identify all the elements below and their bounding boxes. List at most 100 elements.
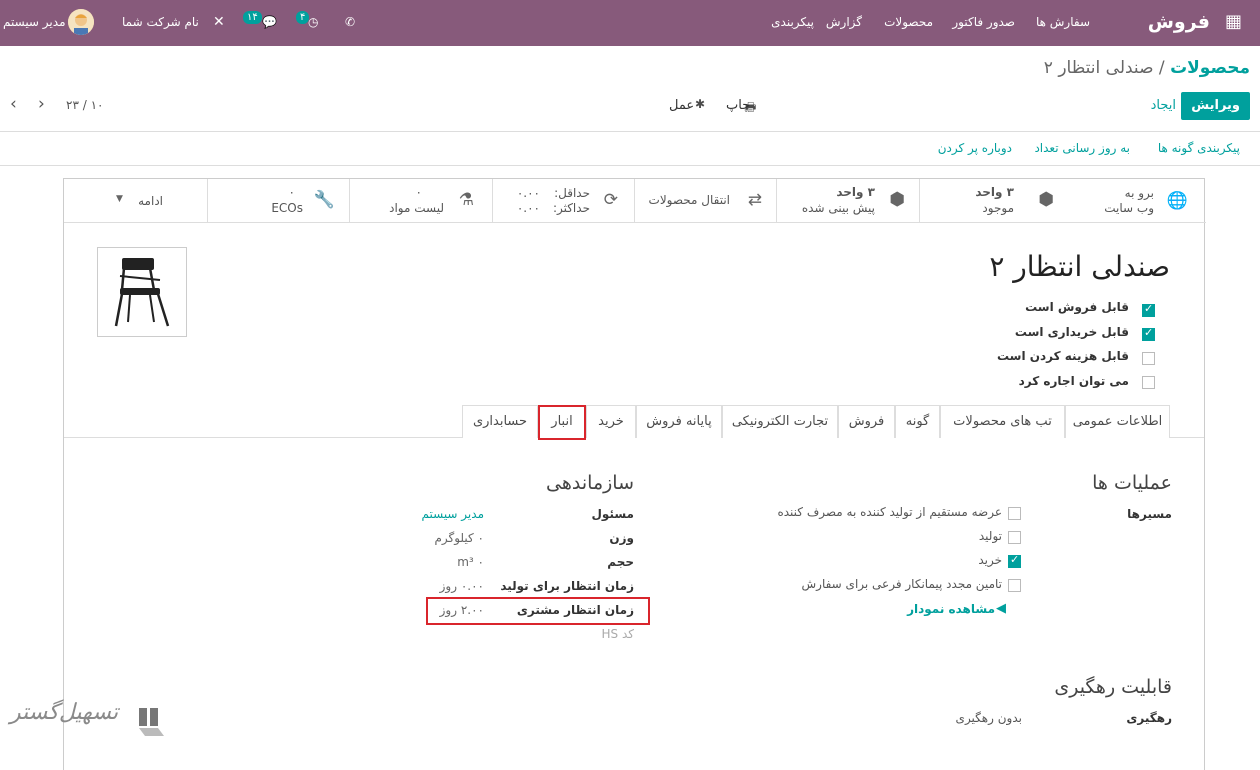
tab-accounting[interactable]: حسابداری (462, 405, 538, 438)
onhand-button[interactable]: ⬢ ۳ واحد موجود (919, 179, 1066, 223)
ecos-button[interactable]: 🔧 ۰ ECOs (207, 179, 349, 223)
tab-ecommerce[interactable]: تجارت الکترونیکی (722, 405, 838, 438)
manufacturing-lead-label: زمان انتظار برای تولید (500, 579, 634, 593)
rent-ok-label: می توان اجاره کرد (1018, 374, 1129, 388)
breadcrumb-current: صندلی انتظار ۲ (1043, 58, 1154, 78)
highlight-inventory-tab (538, 405, 586, 440)
menu-configuration[interactable]: پیکربندی (771, 0, 814, 46)
forecast-qty: ۳ واحد (836, 185, 875, 199)
expense-ok-label: قابل هزینه کردن است (996, 349, 1129, 363)
update-quantity-button[interactable]: به روز رسانی تعداد (1034, 141, 1130, 155)
app-menu-icon[interactable]: ▦ (1225, 0, 1242, 46)
responsible-label: مسئول (591, 507, 634, 521)
menu-orders[interactable]: سفارش ها (1036, 0, 1090, 46)
more-label: ادامه (138, 194, 163, 208)
bom-button[interactable]: ⚗ ۰ لیست مواد (349, 179, 492, 223)
menu-reporting[interactable]: گزارش (826, 0, 862, 46)
operations-title: عملیات ها (1092, 472, 1172, 494)
phone-icon[interactable]: ✆ (345, 0, 355, 46)
bom-label: لیست مواد (389, 201, 444, 215)
logistics-title: سازماندهی (546, 472, 634, 494)
configure-variants-button[interactable]: پیکربندی گونه ها (1158, 141, 1240, 155)
refresh-icon: ⟳ (603, 190, 618, 210)
menu-invoicing[interactable]: صدور فاکتور (952, 0, 1015, 46)
user-menu[interactable]: مدیر سیستم (3, 0, 66, 46)
sale-ok-checkbox[interactable] (1142, 302, 1155, 317)
cubes-icon: ⬢ (889, 189, 905, 210)
max-label: حداکثر: (552, 201, 590, 215)
view-diagram-link[interactable]: مشاهده نمودار (907, 602, 995, 616)
messages-icon[interactable]: 💬 (262, 0, 277, 46)
responsible-value[interactable]: مدیر سیستم (422, 507, 485, 521)
divider (0, 165, 1260, 166)
max-value: ۰.۰۰ (516, 201, 540, 215)
action-button[interactable]: عمل (669, 98, 694, 113)
divider (0, 131, 1260, 132)
more-button[interactable]: ادامه ▼ (64, 179, 207, 223)
route-buy-checkbox[interactable] (1008, 553, 1021, 568)
volume-value: m³ ۰ (457, 555, 484, 569)
edit-button[interactable]: ویرایش (1181, 92, 1250, 120)
create-button[interactable]: ایجاد (1151, 98, 1176, 113)
globe-icon: 🌐 (1166, 191, 1188, 211)
tools-icon[interactable]: ✕ (213, 0, 225, 46)
route-dropship-label: عرضه مستقیم از تولید کننده به مصرف کننده (777, 505, 1002, 519)
breadcrumb-separator: / (1153, 58, 1171, 78)
tab-variants[interactable]: گونه (895, 405, 940, 438)
exchange-icon: ⇄ (747, 190, 762, 210)
expense-ok-checkbox[interactable] (1142, 352, 1155, 365)
tab-sales[interactable]: فروش (838, 405, 895, 438)
product-moves-label: انتقال محصولات (648, 193, 730, 207)
tab-general-info[interactable]: اطلاعات عمومی (1065, 405, 1170, 438)
activity-clock-icon[interactable]: ◷ (308, 0, 318, 46)
print-button[interactable]: چاپ (726, 98, 750, 113)
caret-down-icon: ▼ (116, 194, 123, 204)
wrench-icon: 🔧 (313, 190, 335, 210)
pager-value[interactable]: ۱۰ / ۲۳ (66, 98, 103, 112)
route-subcontract-checkbox[interactable] (1008, 579, 1021, 592)
activity-badge: ۴ (296, 11, 310, 24)
website-line2: وب سایت (1104, 201, 1154, 215)
top-navbar: ▦ فروش سفارش ها صدور فاکتور محصولات گزار… (0, 0, 1260, 46)
rent-ok-checkbox[interactable] (1142, 376, 1155, 389)
route-manufacture-checkbox[interactable] (1008, 531, 1021, 544)
cubes-icon: ⬢ (1038, 189, 1054, 210)
watermark-text: تسهیل‌گستر (10, 700, 119, 725)
action-gear-icon[interactable]: ✱ (695, 97, 705, 111)
company-switcher[interactable]: نام شرکت شما (122, 0, 199, 46)
bom-count: ۰ (415, 185, 422, 199)
tracking-label: رهگیری (1126, 711, 1172, 725)
website-line1: برو به (1124, 186, 1154, 200)
breadcrumb-parent[interactable]: محصولات (1170, 58, 1250, 78)
arrow-left-icon: ◀ (996, 601, 1006, 616)
min-label: حداقل: (554, 186, 590, 200)
user-avatar[interactable] (68, 9, 94, 35)
product-image[interactable] (97, 247, 187, 337)
tab-purchase[interactable]: خرید (586, 405, 636, 438)
breadcrumb: محصولات / صندلی انتظار ۲ (1044, 58, 1250, 78)
menu-products[interactable]: محصولات (884, 0, 933, 46)
replenish-button[interactable]: دوباره پر کردن (938, 141, 1012, 155)
onhand-qty: ۳ واحد (975, 185, 1014, 199)
pager-prev-icon[interactable]: ‹ (10, 94, 17, 114)
routes-label: مسیرها (1127, 507, 1172, 521)
product-moves-button[interactable]: ⇄ انتقال محصولات (634, 179, 776, 223)
forecast-button[interactable]: ⬢ ۳ واحد پیش بینی شده (776, 179, 919, 223)
tracking-value[interactable]: بدون رهگیری (956, 711, 1022, 725)
route-buy-label: خرید (978, 553, 1002, 567)
reordering-rules-button[interactable]: ⟳ حداقل: ۰.۰۰ حداکثر: ۰.۰۰ (492, 179, 634, 223)
tab-product-tabs[interactable]: تب های محصولات (940, 405, 1065, 438)
min-value: ۰.۰۰ (516, 186, 540, 200)
route-manufacture-label: تولید (978, 529, 1002, 543)
product-name[interactable]: صندلی انتظار ۲ (989, 250, 1170, 283)
traceability-title: قابلیت رهگیری (1054, 676, 1172, 698)
eco-label: ECOs (271, 201, 303, 215)
tab-point-of-sale[interactable]: پایانه فروش (636, 405, 722, 438)
purchase-ok-label: قابل خریداری است (1014, 325, 1129, 339)
pager-next-icon[interactable]: › (38, 94, 45, 114)
website-button[interactable]: 🌐 برو به وب سایت (1066, 179, 1206, 223)
weight-value: ۰ کیلوگرم (434, 531, 484, 545)
purchase-ok-checkbox[interactable] (1142, 326, 1155, 341)
route-dropship-checkbox[interactable] (1008, 507, 1021, 520)
app-brand[interactable]: فروش (1148, 0, 1210, 46)
